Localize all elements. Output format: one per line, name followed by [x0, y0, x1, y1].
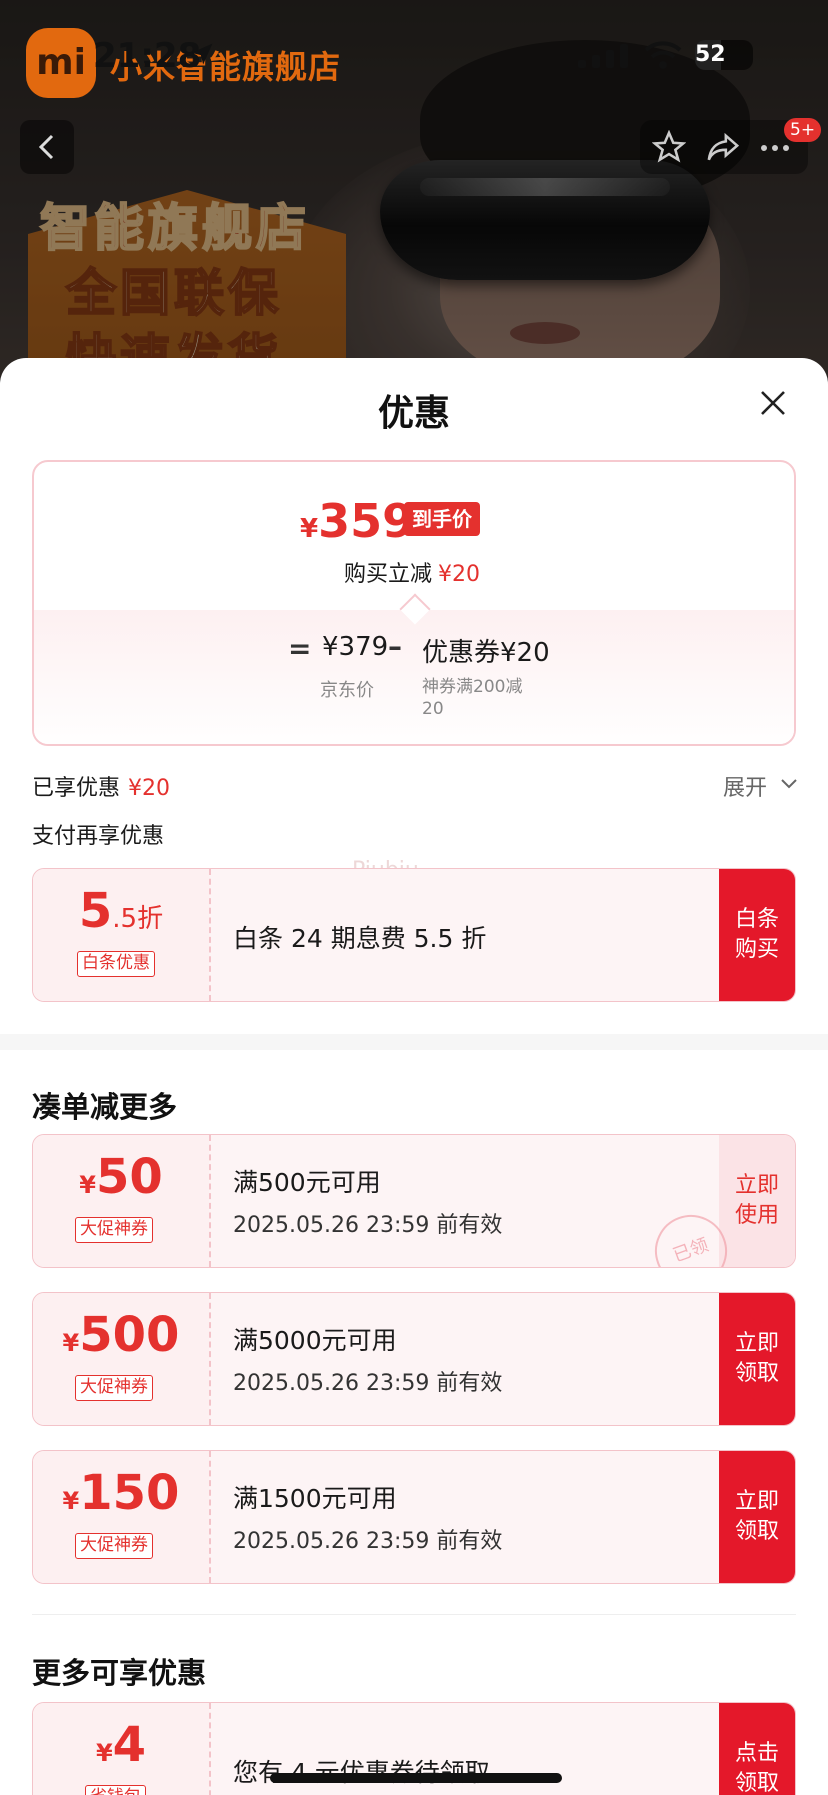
divider [32, 1614, 796, 1615]
use-now-button[interactable]: 立即 使用 [719, 1135, 795, 1267]
coupon-card[interactable]: ¥50 大促神券 满500元可用 2025.05.26 23:59 前有效 立即… [32, 1134, 796, 1268]
coupon-desc: 满5000元可用 [233, 1326, 397, 1355]
claim-button[interactable]: 点击 领取 [719, 1703, 795, 1795]
location-arrow-icon [191, 43, 213, 65]
chevron-down-icon[interactable] [780, 778, 798, 790]
expand-button[interactable]: 展开 [723, 770, 767, 802]
coupon-desc: 您有 4 元优惠券待领取 [233, 1758, 490, 1787]
message-badge: 5+ [784, 118, 822, 142]
baitiao-buy-button[interactable]: 白条 购买 [719, 869, 795, 1001]
coupon-badge: 大促神券 [75, 1217, 153, 1243]
signal-icon [578, 44, 628, 68]
more-icon[interactable] [760, 144, 790, 152]
wifi-icon [644, 41, 682, 69]
coupon-desc: 满1500元可用 [233, 1484, 397, 1513]
sheet-title: 优惠 [377, 393, 450, 434]
enjoyed-discount: 已享优惠 ¥20 [32, 776, 171, 801]
chevron-left-icon [38, 134, 54, 160]
discount-sheet: 优惠 ¥359 到手价 购买立减 ¥20 = ¥379 京东价 – 优惠券¥20 … [0, 358, 828, 1795]
star-icon[interactable] [652, 130, 686, 164]
coupon-badge: 省钱包 [85, 1785, 146, 1795]
baitiao-badge: 白条优惠 [77, 951, 155, 977]
coupon-date: 2025.05.26 23:59 前有效 [233, 1371, 503, 1396]
minus-sign: – [388, 630, 402, 663]
status-time: 21:28 [93, 36, 202, 76]
coupon-date: 2025.05.26 23:59 前有效 [233, 1213, 503, 1238]
coupon-card[interactable]: ¥150 大促神券 满1500元可用 2025.05.26 23:59 前有效 … [32, 1450, 796, 1584]
battery-icon: 52 [695, 40, 753, 70]
screen: 智能旗舰店 全国联保 快速发货 mi 小米智能旗舰店 21:28 52 5+ 优… [0, 0, 828, 1795]
coupon-badge: 大促神券 [75, 1375, 153, 1401]
back-button[interactable] [20, 120, 74, 174]
coupon-amount: ¥50 [79, 1149, 163, 1205]
coupon-amount: ¥4 [95, 1717, 147, 1773]
baitiao-rate: 5.5折 [78, 883, 164, 939]
coupon-date: 2025.05.26 23:59 前有效 [233, 1529, 503, 1554]
coupon-amount: ¥500 [62, 1307, 180, 1363]
claim-button[interactable]: 立即 领取 [719, 1451, 795, 1583]
baitiao-coupon-card[interactable]: 5.5折 白条优惠 白条 24 期息费 5.5 折 白条 购买 [32, 868, 796, 1002]
baitiao-desc: 白条 24 期息费 5.5 折 [233, 924, 487, 953]
price-summary-card: ¥359 到手价 购买立减 ¥20 = ¥379 京东价 – 优惠券¥20 神券满… [32, 460, 796, 746]
final-price: ¥359 [300, 494, 415, 548]
close-icon[interactable] [758, 388, 788, 418]
share-icon[interactable] [705, 130, 741, 164]
battery-level: 52 [695, 40, 726, 70]
buy-cut-text: 购买立减 ¥20 [344, 562, 481, 587]
claim-button[interactable]: 立即 领取 [719, 1293, 795, 1425]
section-divider [0, 1034, 828, 1050]
pay-more-label: 支付再享优惠 [32, 824, 165, 849]
section-more-title: 凑单减更多 [32, 1090, 178, 1124]
coupon-desc: 满500元可用 [233, 1168, 381, 1197]
equals-sign: = [288, 632, 312, 665]
coupon-card[interactable]: ¥500 大促神券 满5000元可用 2025.05.26 23:59 前有效 … [32, 1292, 796, 1426]
coupon-badge: 大促神券 [75, 1533, 153, 1559]
section-extra-title: 更多可享优惠 [32, 1656, 207, 1690]
final-price-tag: 到手价 [404, 502, 480, 536]
coupon-deduction: 优惠券¥20 [422, 638, 550, 668]
jd-price: ¥379 [322, 632, 389, 662]
jd-price-label: 京东价 [320, 680, 374, 701]
coupon-amount: ¥150 [62, 1465, 180, 1521]
coupon-deduction-label: 神券满200减20 [422, 677, 523, 719]
mi-logo: mi [26, 28, 96, 98]
home-indicator[interactable] [270, 1773, 562, 1783]
